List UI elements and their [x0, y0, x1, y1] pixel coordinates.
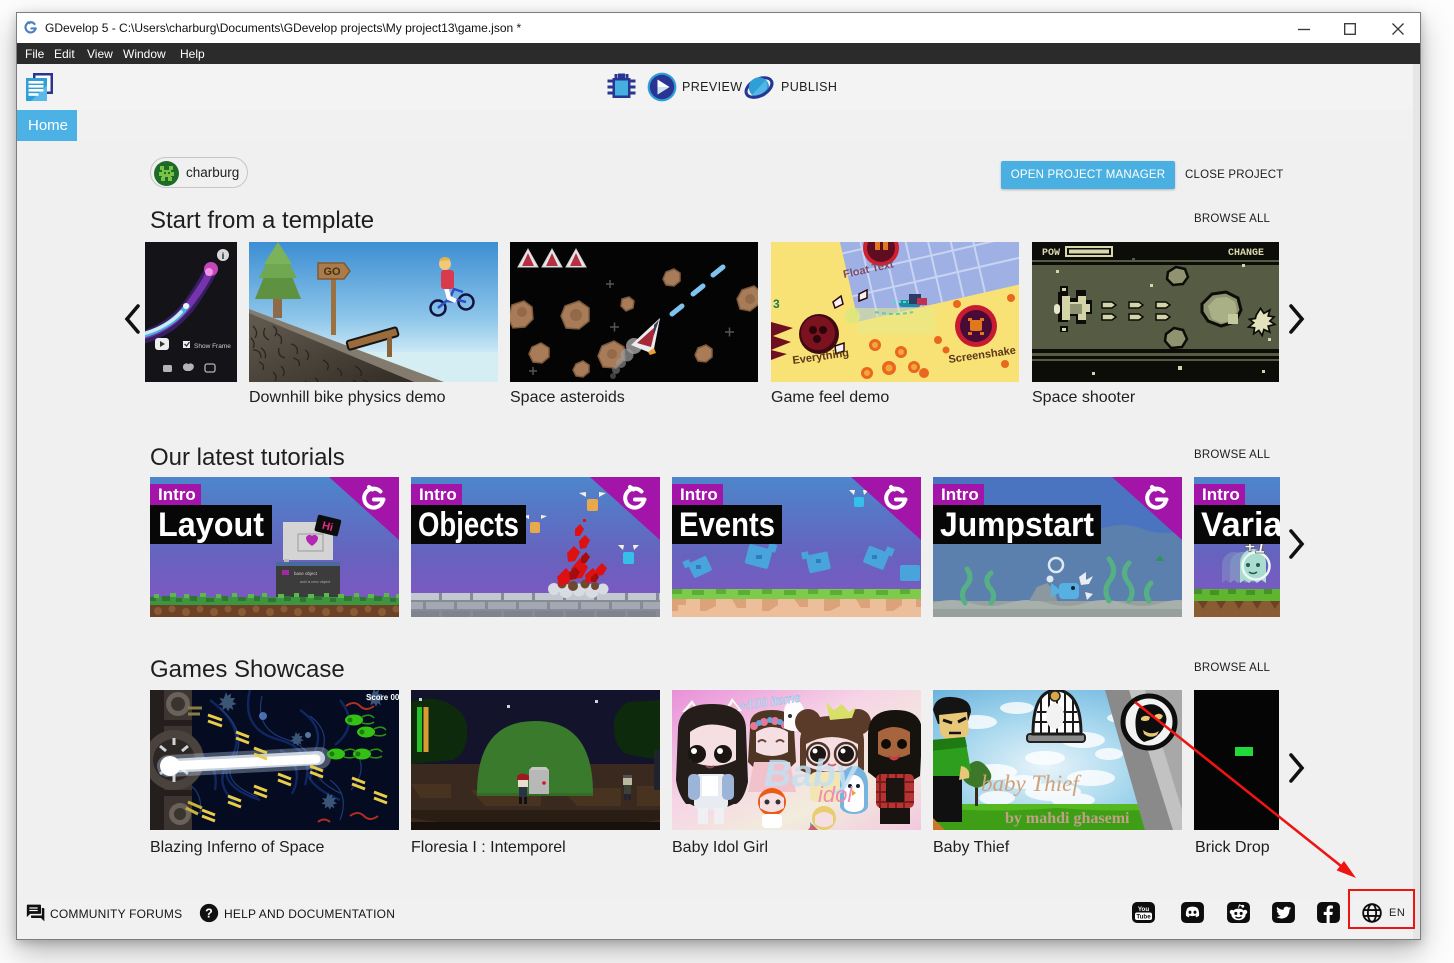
svg-text:?: ? [205, 907, 213, 921]
svg-text:Tube: Tube [1136, 914, 1151, 921]
svg-text:baby Thief: baby Thief [981, 771, 1082, 796]
svg-text:Intro: Intro [941, 485, 979, 504]
svg-text:Intro: Intro [1202, 485, 1240, 504]
svg-text:i: i [222, 251, 225, 261]
svg-text:GO: GO [323, 266, 341, 278]
svg-text:Intro: Intro [158, 485, 196, 504]
svg-text:Score 00: Score 00 [366, 693, 399, 702]
svg-text:idol: idol [818, 782, 853, 807]
svg-text:Intro: Intro [419, 485, 457, 504]
svg-text:CHANGE: CHANGE [1228, 248, 1264, 259]
svg-text:POW: POW [1042, 248, 1060, 259]
svg-text:Variabl: Variabl [1201, 506, 1280, 544]
svg-text:Show Frame: Show Frame [194, 343, 231, 350]
svg-text:3: 3 [773, 297, 780, 311]
svg-text:base object: base object [294, 571, 318, 576]
svg-text:Events: Events [679, 506, 775, 544]
svg-text:Jumpstart: Jumpstart [940, 506, 1094, 544]
svg-text:You: You [1138, 906, 1149, 913]
svg-text:Objects: Objects [418, 506, 519, 544]
svg-text:Layout: Layout [158, 506, 264, 544]
svg-text:Intro: Intro [680, 485, 718, 504]
svg-text:add a new object: add a new object [300, 579, 331, 584]
